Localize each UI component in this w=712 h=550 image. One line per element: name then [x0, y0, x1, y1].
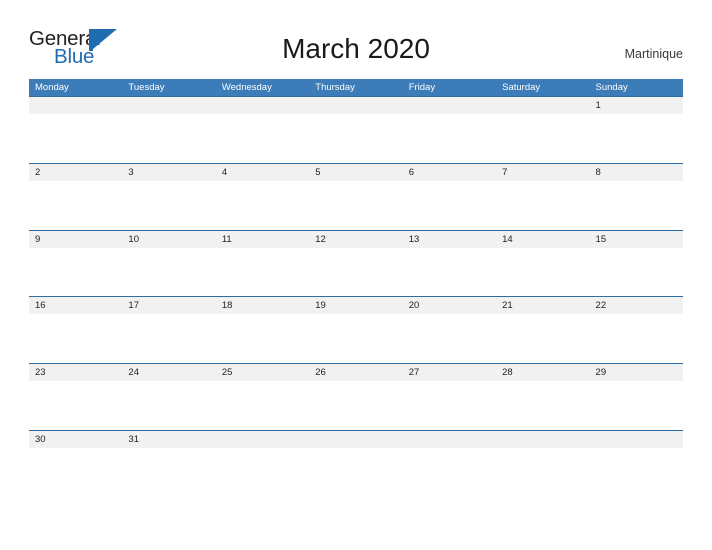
day-cell[interactable]: 1	[590, 97, 683, 114]
day-cell[interactable]: 3	[122, 164, 215, 181]
page-header: General Blue March 2020 Martinique	[0, 0, 712, 75]
calendar-grid: Monday Tuesday Wednesday Thursday Friday…	[29, 79, 683, 498]
day-cell[interactable]: 14	[496, 231, 589, 248]
day-cell[interactable]: 6	[403, 164, 496, 181]
week-row: 23 24 25 26 27 28 29	[29, 363, 683, 431]
day-cell[interactable]: 27	[403, 364, 496, 381]
day-cell[interactable]: 13	[403, 231, 496, 248]
day-cell[interactable]: 22	[590, 297, 683, 314]
week-number-band: 9 10 11 12 13 14 15	[29, 230, 683, 248]
weekday-header-sunday: Sunday	[595, 82, 628, 93]
page-title: March 2020	[282, 33, 430, 64]
day-cell[interactable]: 24	[122, 364, 215, 381]
day-cell[interactable]: 19	[309, 297, 402, 314]
weekday-header-thursday: Thursday	[315, 82, 355, 93]
day-cell[interactable]: 12	[309, 231, 402, 248]
day-cell[interactable]	[216, 97, 309, 114]
week-number-band: 30 31	[29, 430, 683, 448]
week-row: 2 3 4 5 6 7 8	[29, 162, 683, 231]
week-note-area[interactable]	[29, 447, 683, 498]
day-cell[interactable]: 28	[496, 364, 589, 381]
day-cell[interactable]: 11	[216, 231, 309, 248]
day-cell[interactable]	[309, 431, 402, 448]
weekday-header-saturday: Saturday	[502, 82, 541, 93]
day-cell[interactable]: 31	[122, 431, 215, 448]
week-row: 9 10 11 12 13 14 15	[29, 229, 683, 298]
week-note-area[interactable]	[29, 314, 683, 365]
week-number-band: 1	[29, 97, 683, 114]
day-cell[interactable]: 17	[122, 297, 215, 314]
day-cell[interactable]	[590, 431, 683, 448]
weekday-header-wednesday: Wednesday	[221, 82, 272, 93]
week-row: 16 17 18 19 20 21 22	[29, 296, 683, 365]
weekday-header-monday: Monday	[35, 82, 69, 93]
day-cell[interactable]: 16	[29, 297, 122, 314]
day-cell[interactable]	[403, 97, 496, 114]
day-cell[interactable]: 30	[29, 431, 122, 448]
week-number-band: 16 17 18 19 20 21 22	[29, 297, 683, 315]
day-cell[interactable]	[309, 97, 402, 114]
weekday-header-tuesday: Tuesday	[128, 82, 165, 93]
day-cell[interactable]: 10	[122, 231, 215, 248]
day-cell[interactable]: 2	[29, 164, 122, 181]
day-cell[interactable]	[122, 97, 215, 114]
day-cell[interactable]: 15	[590, 231, 683, 248]
week-row: 1	[29, 96, 683, 164]
day-cell[interactable]: 4	[216, 164, 309, 181]
day-cell[interactable]: 25	[216, 364, 309, 381]
day-cell[interactable]: 8	[590, 164, 683, 181]
day-cell[interactable]	[216, 431, 309, 448]
weekday-header-friday: Friday	[408, 82, 436, 93]
week-row: 30 31	[29, 429, 683, 498]
day-cell[interactable]	[496, 431, 589, 448]
week-note-area[interactable]	[29, 381, 683, 431]
day-cell[interactable]: 20	[403, 297, 496, 314]
day-cell[interactable]: 26	[309, 364, 402, 381]
day-cell[interactable]	[403, 431, 496, 448]
day-cell[interactable]: 18	[216, 297, 309, 314]
week-note-area[interactable]	[29, 114, 683, 164]
day-cell[interactable]: 9	[29, 231, 122, 248]
calendar-page: General Blue March 2020 Martinique Monda…	[0, 0, 712, 550]
day-cell[interactable]: 29	[590, 364, 683, 381]
day-cell[interactable]	[29, 97, 122, 114]
locale-label: Martinique	[624, 47, 683, 61]
day-cell[interactable]: 23	[29, 364, 122, 381]
week-number-band: 2 3 4 5 6 7 8	[29, 163, 683, 181]
day-cell[interactable]: 5	[309, 164, 402, 181]
day-cell[interactable]: 21	[496, 297, 589, 314]
week-note-area[interactable]	[29, 180, 683, 231]
day-cell[interactable]	[496, 97, 589, 114]
weekday-header-row: Monday Tuesday Wednesday Thursday Friday…	[29, 79, 683, 96]
day-cell[interactable]: 7	[496, 164, 589, 181]
week-note-area[interactable]	[29, 247, 683, 298]
week-number-band: 23 24 25 26 27 28 29	[29, 364, 683, 382]
